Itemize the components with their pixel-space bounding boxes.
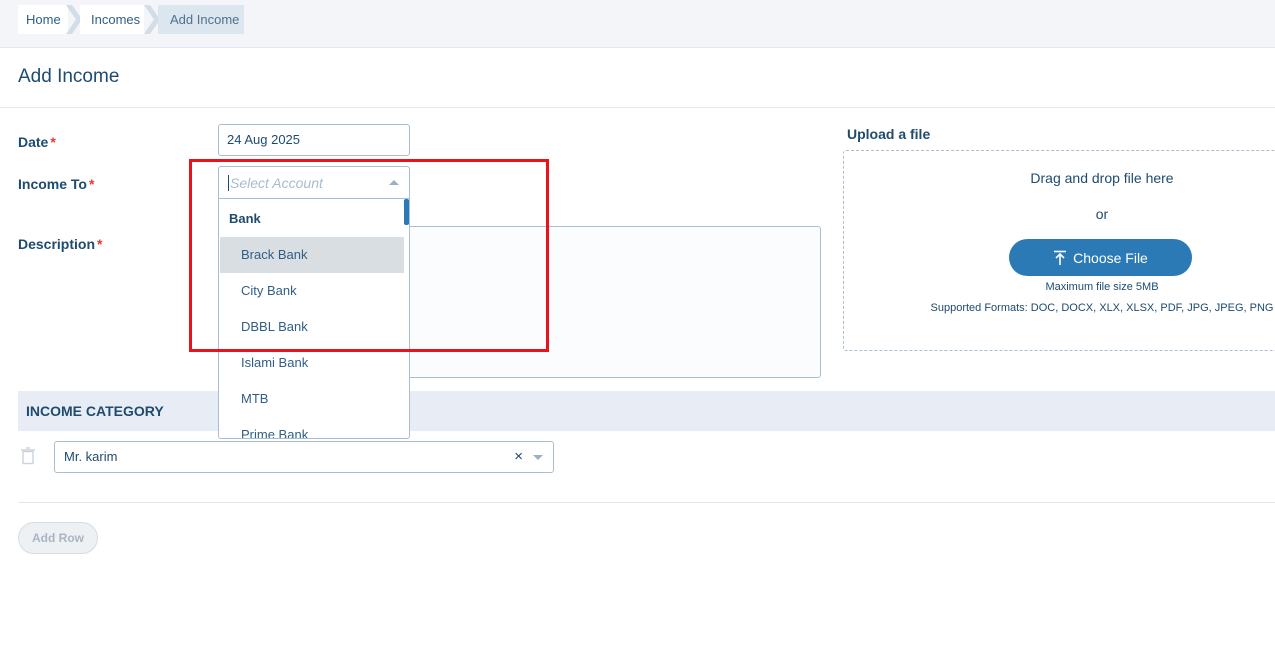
dropdown-option[interactable]: MTB [220, 381, 404, 417]
income-to-label-text: Income To [18, 176, 87, 192]
chevron-up-icon[interactable] [389, 180, 399, 185]
page-title: Add Income [18, 66, 120, 87]
max-file-size: Maximum file size 5MB [1045, 281, 1159, 293]
income-to-label: Income To * [18, 176, 94, 192]
dropdown-option[interactable]: Islami Bank [220, 345, 404, 381]
file-dropzone[interactable]: Drag and drop file here or Choose File M… [843, 150, 1275, 351]
date-label-text: Date [18, 134, 49, 150]
supported-formats: Supported Formats: DOC, DOCX, XLX, XLSX,… [930, 302, 1274, 314]
dropzone-text: Drag and drop file here [1030, 170, 1174, 186]
dropdown-scrollbar[interactable] [404, 199, 409, 225]
date-input[interactable]: 24 Aug 2025 [218, 124, 410, 156]
dropdown-option[interactable]: Brack Bank [220, 237, 404, 273]
required-mark: * [97, 236, 103, 252]
income-category-select[interactable]: Mr. karim × [54, 441, 554, 473]
dropdown-option[interactable]: Prime Bank [220, 417, 404, 438]
choose-file-button[interactable]: Choose File [1009, 239, 1192, 276]
description-label-text: Description [18, 236, 96, 252]
upload-icon [1054, 250, 1067, 265]
clear-icon[interactable]: × [514, 442, 523, 472]
income-category-header: INCOME CATEGORY [18, 391, 1275, 431]
upload-title: Upload a file [847, 126, 931, 142]
chevron-down-icon[interactable] [533, 455, 543, 460]
dropdown-option[interactable]: City Bank [220, 273, 404, 309]
description-textarea[interactable] [400, 226, 821, 378]
dropzone-or: or [1095, 206, 1109, 222]
income-category-title: INCOME CATEGORY [26, 403, 164, 419]
choose-file-label: Choose File [1073, 249, 1148, 266]
income-category-value: Mr. karim [64, 449, 118, 464]
dropdown-group-label: Bank [229, 211, 261, 226]
add-row-button[interactable]: Add Row [18, 522, 98, 554]
breadcrumb: Home Incomes Add Income [0, 0, 1275, 48]
account-select-placeholder: Select Account [228, 175, 323, 191]
breadcrumb-add-income: Add Income [158, 5, 244, 34]
breadcrumb-incomes[interactable]: Incomes [80, 5, 144, 34]
divider [0, 107, 1275, 108]
divider [18, 502, 1275, 503]
account-select[interactable]: Select Account Bank Brack Bank City Bank… [218, 166, 410, 439]
dropdown-option[interactable]: DBBL Bank [220, 309, 404, 345]
breadcrumb-home[interactable]: Home [18, 5, 68, 34]
account-select-input[interactable]: Select Account [219, 167, 409, 199]
date-label: Date * [18, 134, 56, 150]
required-mark: * [88, 176, 95, 192]
description-label: Description * [18, 236, 102, 252]
trash-icon[interactable] [20, 447, 36, 465]
required-mark: * [50, 134, 56, 150]
